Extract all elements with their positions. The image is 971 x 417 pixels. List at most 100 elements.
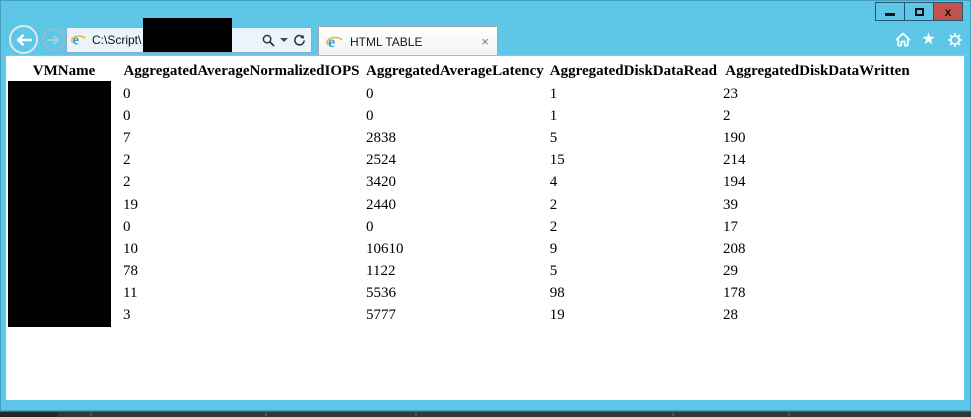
- tab-html-table[interactable]: e HTML TABLE ×: [318, 26, 498, 56]
- page-content: VMName AggregatedAverageNormalizedIOPS Agg…: [6, 56, 964, 400]
- address-input[interactable]: C:\Script\: [92, 33, 141, 47]
- svg-text:e: e: [328, 34, 335, 51]
- table-cell: 190: [722, 129, 746, 146]
- table-body: 0 0 1 23 0 0 1 2 7 2838 5 190 2 2524 15 214 2 3420 4 194 19 2…: [8, 83, 915, 327]
- settings-button[interactable]: [946, 31, 963, 48]
- back-arrow-icon: [16, 33, 32, 46]
- gear-icon: [947, 32, 962, 47]
- table-cell: 2: [549, 196, 558, 213]
- table-cell: 214: [722, 152, 746, 169]
- vmname-redaction-box: [8, 81, 111, 327]
- minimize-button[interactable]: [875, 2, 905, 21]
- table-cell: 2524: [366, 152, 396, 169]
- table-cell: 3420: [366, 174, 396, 191]
- table-row: 0 0 2 17: [8, 216, 915, 238]
- maximize-button[interactable]: [904, 2, 934, 21]
- table-row: 3 5777 19 28: [8, 305, 915, 327]
- table-row: 0 0 1 23: [8, 83, 915, 105]
- magnifier-icon[interactable]: [262, 34, 275, 47]
- address-tools: [262, 28, 308, 52]
- table-cell: 19: [549, 307, 565, 324]
- table-cell: 9: [549, 240, 558, 257]
- table-cell: 0: [366, 218, 374, 235]
- ie-window: x e C:\Script\ e HTML TABLE × ★ VMName A…: [0, 0, 971, 411]
- taskbar-left-segment: [0, 412, 58, 417]
- table-cell: 2: [549, 218, 558, 235]
- table-cell: 178: [722, 285, 746, 302]
- minimize-icon: [885, 13, 895, 16]
- table-cell: 5536: [366, 285, 396, 302]
- taskbar-tick: [90, 413, 92, 416]
- table-cell: 11: [123, 285, 138, 302]
- table-cell: 15: [549, 152, 565, 169]
- table-cell: 28: [722, 307, 738, 324]
- table-row: 7 2838 5 190: [8, 127, 915, 149]
- table-cell: 39: [722, 196, 738, 213]
- column-header: AggregatedDiskDataWritten: [725, 62, 910, 79]
- taskbar-tick: [265, 413, 267, 416]
- table-cell: 0: [123, 218, 131, 235]
- home-icon: [894, 32, 911, 47]
- maximize-icon: [914, 7, 924, 16]
- table-cell: 3: [123, 307, 131, 324]
- table-cell: 0: [366, 85, 374, 102]
- table-row: 10 10610 9 208: [8, 238, 915, 260]
- table-row: 0 0 1 2: [8, 105, 915, 127]
- table-cell: 7: [123, 129, 131, 146]
- table-cell: 208: [722, 240, 746, 257]
- table-row: 2 2524 15 214: [8, 150, 915, 172]
- chevron-down-icon[interactable]: [280, 38, 288, 42]
- taskbar-tick: [672, 413, 674, 416]
- column-header: AggregatedDiskDataRead: [549, 62, 717, 79]
- table-cell: 23: [722, 85, 738, 102]
- caption-buttons: x: [875, 2, 963, 21]
- table-cell: 1122: [366, 263, 396, 280]
- table-cell: 2: [123, 174, 131, 191]
- table-cell: 2: [123, 152, 131, 169]
- table-cell: 4: [549, 174, 558, 191]
- table-cell: 10: [123, 240, 138, 257]
- table-cell: 5: [549, 263, 558, 280]
- table-cell: 2: [722, 107, 731, 124]
- table-cell: 29: [722, 263, 738, 280]
- table-header: VMName AggregatedAverageNormalizedIOPS Agg…: [8, 59, 915, 83]
- screenshot-stage: x e C:\Script\ e HTML TABLE × ★ VMName A…: [0, 0, 971, 417]
- taskbar-tick: [788, 413, 790, 416]
- table-cell: 78: [123, 263, 138, 280]
- home-button[interactable]: [894, 31, 911, 48]
- taskbar-strip: [0, 411, 971, 417]
- header-row: VMName AggregatedAverageNormalizedIOPS Agg…: [8, 59, 915, 83]
- table-cell: 2440: [366, 196, 396, 213]
- svg-text:e: e: [73, 32, 79, 48]
- table-row: 19 2440 2 39: [8, 194, 915, 216]
- column-header: AggregatedAverageLatency: [366, 62, 544, 79]
- star-icon: ★: [921, 30, 936, 48]
- tab-close-icon[interactable]: ×: [481, 35, 489, 48]
- table-cell: 10610: [366, 240, 404, 257]
- chrome-icons: ★: [894, 31, 963, 48]
- refresh-icon[interactable]: [293, 34, 306, 47]
- table-cell: 0: [123, 85, 131, 102]
- table-row: 2 3420 4 194: [8, 172, 915, 194]
- close-button[interactable]: x: [933, 2, 963, 21]
- tab-title: HTML TABLE: [350, 34, 423, 49]
- data-table: VMName AggregatedAverageNormalizedIOPS Agg…: [8, 59, 915, 327]
- table-row: 78 1122 5 29: [8, 261, 915, 283]
- back-button[interactable]: [9, 25, 38, 54]
- table-cell: 5777: [366, 307, 396, 324]
- favorites-button[interactable]: ★: [920, 31, 937, 48]
- ie-logo-icon: e: [71, 32, 86, 48]
- column-header: AggregatedAverageNormalizedIOPS: [123, 62, 360, 79]
- table-cell: 17: [722, 218, 738, 235]
- forward-button[interactable]: [42, 28, 65, 51]
- table-cell: 2838: [366, 129, 396, 146]
- table-cell: 0: [123, 107, 131, 124]
- column-header: VMName: [32, 62, 96, 79]
- ie-logo-icon: e: [326, 34, 343, 51]
- table-cell: 5: [549, 129, 558, 146]
- table-cell: 1: [549, 85, 558, 102]
- taskbar-tick: [415, 413, 417, 416]
- table-cell: 0: [366, 107, 374, 124]
- forward-arrow-icon: [47, 34, 60, 45]
- table-cell: 19: [123, 196, 138, 213]
